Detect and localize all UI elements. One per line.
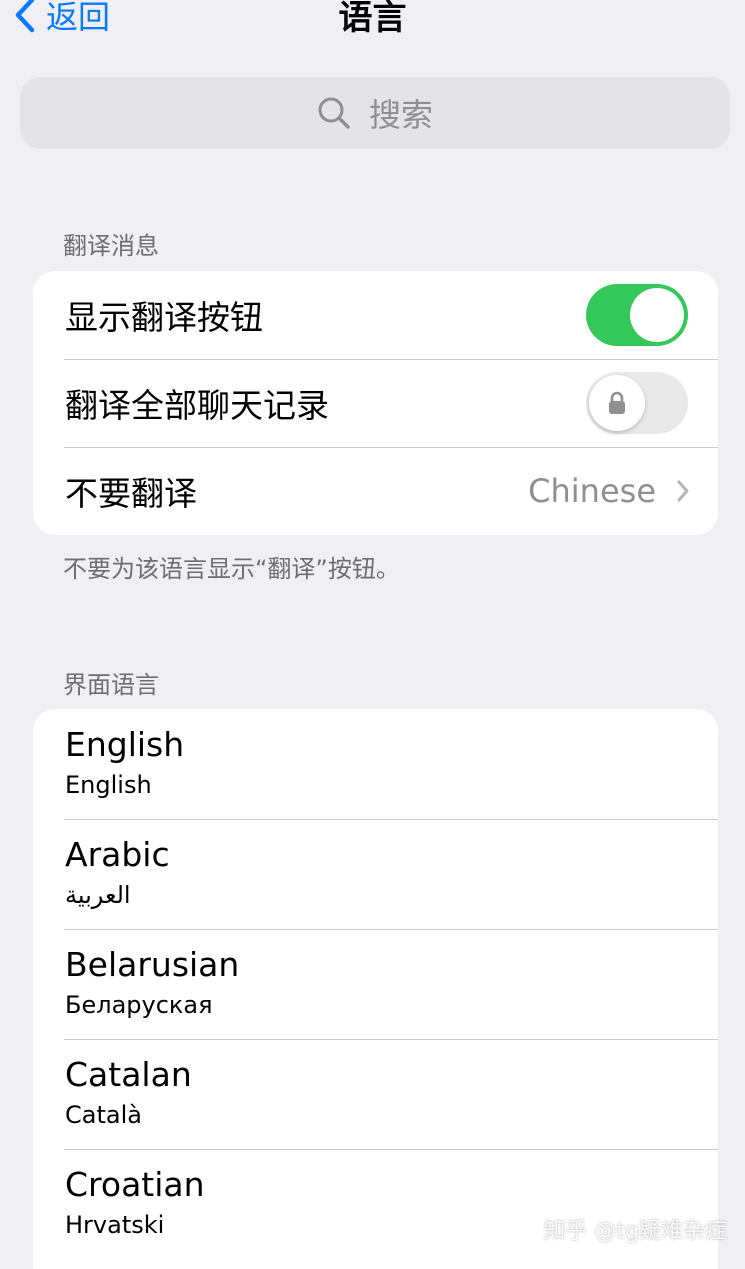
- page-title: 语言: [338, 0, 407, 38]
- language-item-english[interactable]: English English: [33, 709, 718, 819]
- search-field[interactable]: 搜索: [20, 77, 730, 149]
- section-label-interface: 界面语言: [63, 671, 159, 699]
- search-placeholder: 搜索: [368, 96, 433, 134]
- translate-entire-chats-row[interactable]: 翻译全部聊天记录: [33, 359, 718, 447]
- language-name: Croatian: [65, 1165, 205, 1204]
- language-name: English: [65, 725, 185, 764]
- do-not-translate-row[interactable]: 不要翻译 Chinese: [33, 447, 718, 535]
- language-native-name: Català: [65, 1101, 142, 1129]
- translate-entire-chats-toggle[interactable]: [586, 372, 688, 434]
- search-icon: [318, 97, 350, 129]
- language-name: Belarusian: [65, 945, 240, 984]
- language-item-catalan[interactable]: Catalan Català: [33, 1039, 718, 1149]
- row-label: 翻译全部聊天记录: [65, 386, 329, 425]
- show-translate-button-row[interactable]: 显示翻译按钮: [33, 271, 718, 359]
- language-native-name: Беларуская: [65, 991, 213, 1019]
- chevron-right-icon: [677, 480, 689, 502]
- language-native-name: English: [65, 771, 152, 799]
- interface-language-list: English English Arabic العربية Belarusia…: [33, 709, 718, 1269]
- translation-footer-note: 不要为该语言显示“翻译”按钮。: [63, 555, 400, 583]
- section-label-translation: 翻译消息: [63, 232, 159, 260]
- selected-language: Chinese: [528, 472, 656, 510]
- lock-icon: [609, 391, 625, 414]
- language-native-name: Hrvatski: [65, 1211, 165, 1239]
- toggle-knob: [630, 288, 684, 342]
- language-name: Catalan: [65, 1055, 192, 1094]
- navigation-bar: 返回 语言: [0, 0, 745, 40]
- row-label: 不要翻译: [65, 474, 197, 513]
- language-item-arabic[interactable]: Arabic العربية: [33, 819, 718, 929]
- watermark: 知乎 @tg疑难杂症: [543, 1219, 727, 1244]
- row-label: 显示翻译按钮: [65, 298, 263, 337]
- language-native-name: العربية: [65, 881, 131, 909]
- do-not-translate-value: Chinese: [528, 472, 690, 510]
- language-item-belarusian[interactable]: Belarusian Беларуская: [33, 929, 718, 1039]
- translation-settings-card: 显示翻译按钮 翻译全部聊天记录 不要翻译 Chinese: [33, 271, 718, 535]
- show-translate-button-toggle[interactable]: [586, 284, 688, 346]
- language-name: Arabic: [65, 835, 170, 874]
- toggle-knob: [589, 375, 645, 431]
